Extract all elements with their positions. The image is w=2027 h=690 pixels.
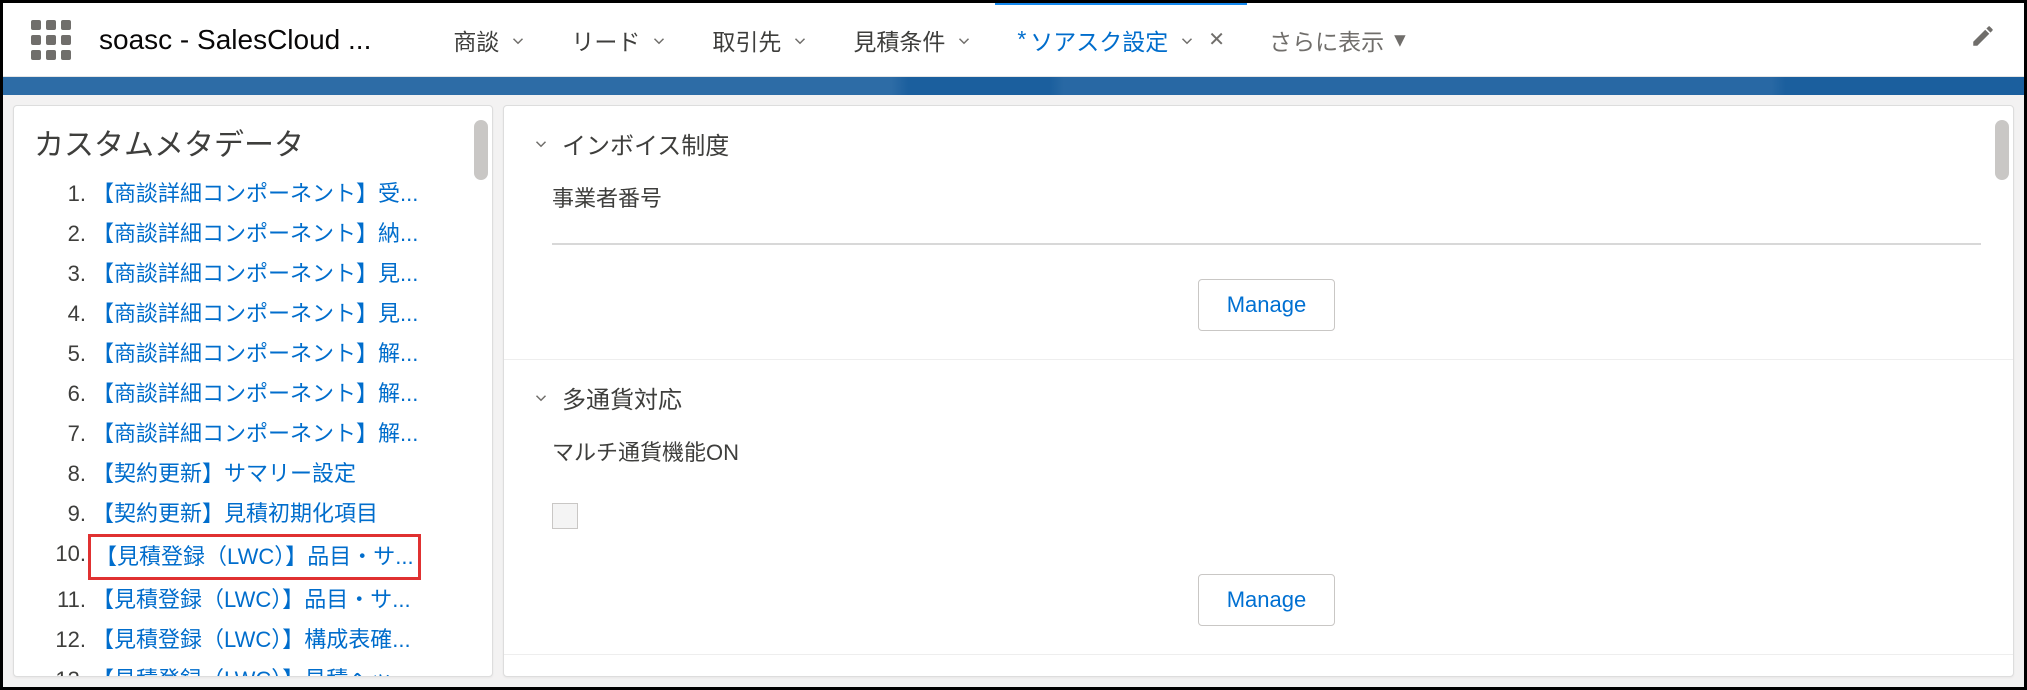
tab-label: さらに表示 xyxy=(1269,23,1384,57)
sidebar-item: 6.【商談詳細コンポーネント】解... xyxy=(46,374,472,414)
tab-more[interactable]: さらに表示 ▾ xyxy=(1247,3,1428,76)
chevron-down-icon xyxy=(532,384,550,412)
manage-button[interactable]: Manage xyxy=(1198,279,1336,331)
chevron-down-icon[interactable] xyxy=(791,26,809,53)
tab-label: 商談 xyxy=(453,23,499,57)
tab-opportunities[interactable]: 商談 xyxy=(431,3,549,76)
tab-label: 見積条件 xyxy=(853,23,945,57)
chevron-down-icon[interactable] xyxy=(509,26,527,53)
sidebar-item: 7.【商談詳細コンポーネント】解... xyxy=(46,414,472,454)
chevron-down-icon[interactable] xyxy=(955,26,973,53)
section-invoice: インボイス制度 事業者番号 Manage xyxy=(504,106,2013,360)
sidebar-item-link[interactable]: 【見積登録（LWC）】構成表確... xyxy=(92,620,411,660)
sidebar-item: 11.【見積登録（LWC）】品目・サ... xyxy=(46,580,472,620)
sidebar-item-link[interactable]: 【商談詳細コンポーネント】見... xyxy=(92,294,418,334)
chevron-down-icon xyxy=(532,130,550,158)
sidebar-item-number: 11. xyxy=(46,580,86,620)
sidebar-item-number: 4. xyxy=(46,294,86,334)
sidebar-item-link[interactable]: 【商談詳細コンポーネント】見... xyxy=(92,254,418,294)
field-label-business-number: 事業者番号 xyxy=(552,181,1981,213)
main-panel: インボイス制度 事業者番号 Manage 多通貨対応 xyxy=(503,105,2014,677)
caret-down-icon[interactable]: ▾ xyxy=(1394,26,1406,53)
sidebar-item: 3.【商談詳細コンポーネント】見... xyxy=(46,254,472,294)
sidebar-item: 8.【契約更新】サマリー設定 xyxy=(46,454,472,494)
sidebar-item-number: 7. xyxy=(46,414,86,454)
scrollbar-thumb[interactable] xyxy=(1995,120,2009,180)
sidebar-item-number: 12. xyxy=(46,620,86,660)
section-header[interactable]: 多通貨対応 xyxy=(504,360,2013,435)
sidebar-item-number: 2. xyxy=(46,214,86,254)
edit-nav-icon[interactable] xyxy=(1970,23,1996,56)
sidebar-item-number: 1. xyxy=(46,174,86,214)
tab-leads[interactable]: リード xyxy=(549,3,690,76)
sidebar-item-link[interactable]: 【契約更新】見積初期化項目 xyxy=(92,494,378,534)
sidebar-item-link[interactable]: 【商談詳細コンポーネント】解... xyxy=(92,414,418,454)
tab-label: ソアスク設定 xyxy=(1030,23,1168,57)
tab-quote-conditions[interactable]: 見積条件 xyxy=(831,3,995,76)
sidebar-item-link[interactable]: 【商談詳細コンポーネント】解... xyxy=(92,374,418,414)
sidebar-item-link[interactable]: 【見積登録（LWC）】見積ヘッ... xyxy=(92,660,411,677)
sidebar-list: 1.【商談詳細コンポーネント】受...2.【商談詳細コンポーネント】納...3.… xyxy=(14,174,492,677)
sidebar-item-number: 10. xyxy=(46,534,86,580)
sidebar-item-link[interactable]: 【商談詳細コンポーネント】解... xyxy=(92,334,418,374)
section-multicurrency: 多通貨対応 マルチ通貨機能ON Manage xyxy=(504,360,2013,655)
tab-label: リード xyxy=(571,23,640,57)
close-icon[interactable]: ✕ xyxy=(1208,27,1225,52)
field-underline xyxy=(552,243,1981,245)
sidebar-item: 2.【商談詳細コンポーネント】納... xyxy=(46,214,472,254)
tab-accounts[interactable]: 取引先 xyxy=(690,3,831,76)
tab-soasc-settings[interactable]: * ソアスク設定 ✕ xyxy=(995,3,1247,76)
sidebar-item-number: 6. xyxy=(46,374,86,414)
sidebar-item-link[interactable]: 【見積登録（LWC）】品目・サ... xyxy=(92,580,411,620)
section-header[interactable]: インボイス制度 xyxy=(504,106,2013,181)
sidebar-item-number: 3. xyxy=(46,254,86,294)
manage-button[interactable]: Manage xyxy=(1198,574,1336,626)
sidebar-item: 12.【見積登録（LWC）】構成表確... xyxy=(46,620,472,660)
sidebar-item: 13. 【見積登録（LWC）】見積ヘッ... xyxy=(46,660,472,677)
sidebar-card: カスタムメタデータ 1.【商談詳細コンポーネント】受...2.【商談詳細コンポー… xyxy=(13,105,493,677)
section-title: 多通貨対応 xyxy=(562,380,682,415)
sidebar-item-link[interactable]: 【契約更新】サマリー設定 xyxy=(92,454,356,494)
sidebar-item: 5.【商談詳細コンポーネント】解... xyxy=(46,334,472,374)
sidebar-item-link[interactable]: 【商談詳細コンポーネント】納... xyxy=(92,214,418,254)
sidebar-item: 10.【見積登録（LWC）】品目・サ... xyxy=(46,534,472,580)
sidebar-title: カスタムメタデータ xyxy=(14,106,492,174)
chevron-down-icon[interactable] xyxy=(1178,26,1196,53)
global-header: soasc - SalesCloud ... 商談 リード 取引先 xyxy=(3,3,2024,77)
sidebar-item: 1.【商談詳細コンポーネント】受... xyxy=(46,174,472,214)
sidebar-item-number: 8. xyxy=(46,454,86,494)
tab-label: 取引先 xyxy=(712,23,781,57)
scrollbar-thumb[interactable] xyxy=(474,120,488,180)
sidebar-item: 9.【契約更新】見積初期化項目 xyxy=(46,494,472,534)
app-launcher-icon[interactable] xyxy=(31,20,71,60)
chevron-down-icon[interactable] xyxy=(650,26,668,53)
sidebar-item: 4.【商談詳細コンポーネント】見... xyxy=(46,294,472,334)
nav-tabs: 商談 リード 取引先 見積条件 xyxy=(431,3,1970,76)
unsaved-indicator: * xyxy=(1017,26,1026,53)
sidebar-item-number: 5. xyxy=(46,334,86,374)
sidebar-item-link[interactable]: 【商談詳細コンポーネント】受... xyxy=(92,174,418,214)
sidebar-item-number: 13. xyxy=(46,660,86,677)
multicurrency-checkbox[interactable] xyxy=(552,503,578,529)
app-name: soasc - SalesCloud ... xyxy=(99,24,371,56)
sidebar-item-link[interactable]: 【見積登録（LWC）】品目・サ... xyxy=(88,534,421,580)
section-title: インボイス制度 xyxy=(562,126,729,161)
field-label-multicurrency-on: マルチ通貨機能ON xyxy=(552,435,1981,467)
sidebar-item-number: 9. xyxy=(46,494,86,534)
brand-band xyxy=(3,77,2024,95)
